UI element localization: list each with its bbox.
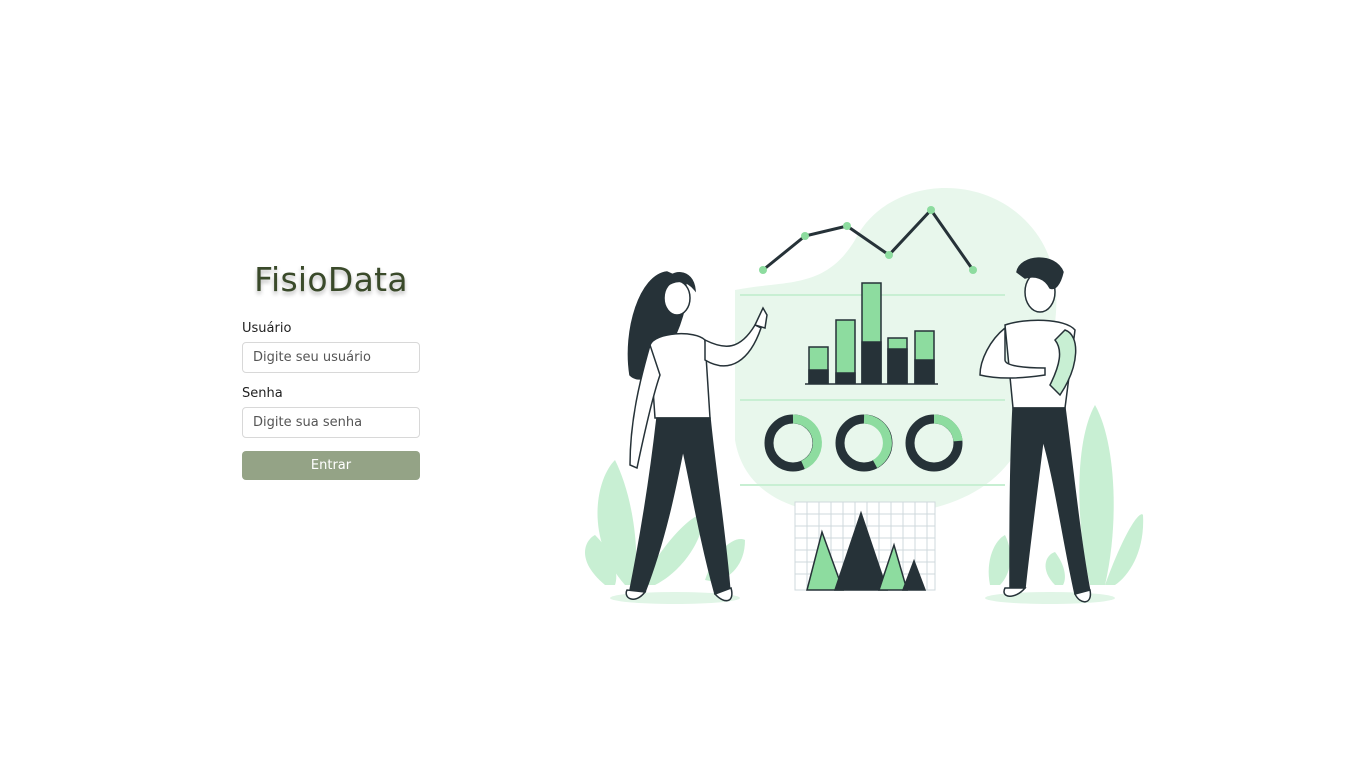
password-input[interactable] [242,407,420,438]
app-title: FisioData [254,260,408,299]
password-group: Senha [242,386,420,438]
password-label: Senha [242,386,283,401]
login-form: FisioData Usuário Senha Entrar [242,258,420,480]
username-input[interactable] [242,342,420,373]
data-analysis-illustration [585,187,1144,604]
username-label: Usuário [242,321,292,336]
login-button[interactable]: Entrar [242,451,420,480]
username-group: Usuário [242,321,420,373]
